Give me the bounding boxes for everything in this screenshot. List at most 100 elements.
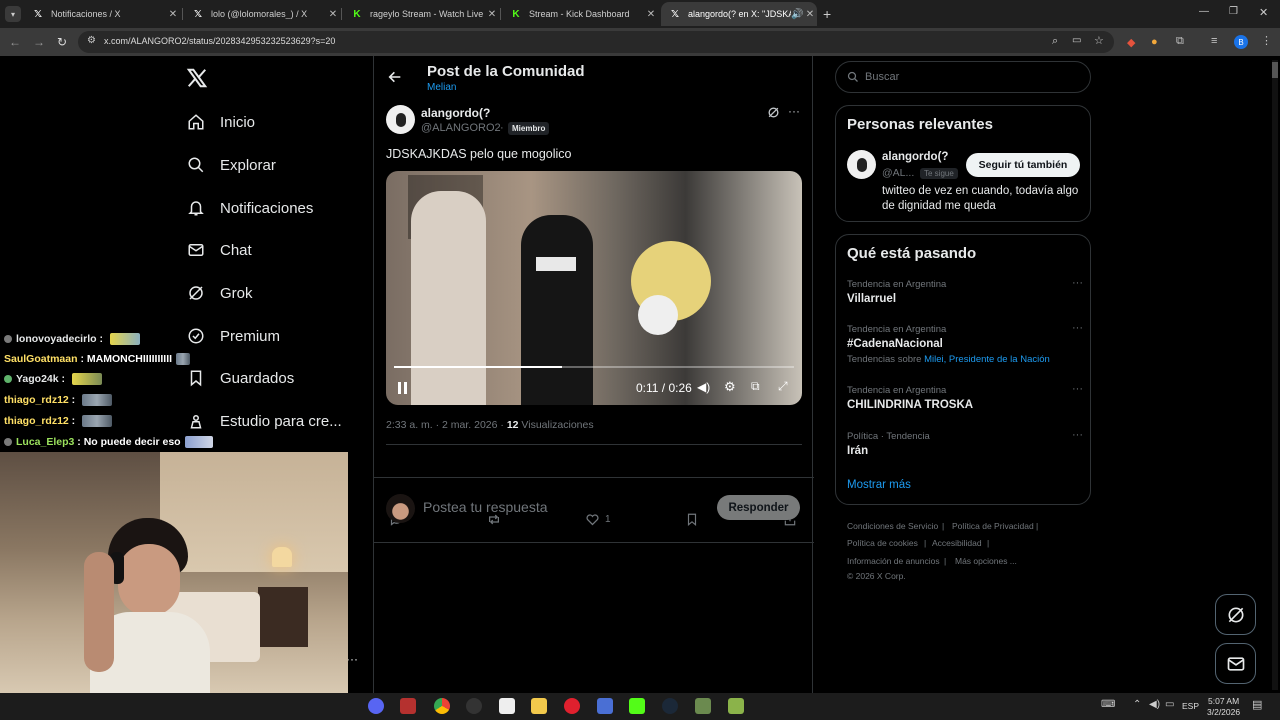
trend-more-icon[interactable]: ··· [1072,383,1083,395]
capcut-icon[interactable] [499,698,515,714]
reply-button[interactable]: Responder [717,495,800,520]
footer-link[interactable]: Política de cookies [847,538,918,548]
browser-menu-icon[interactable]: ⋮ [1261,34,1272,47]
tab-kick-dashboard[interactable]: K Stream - Kick Dashboard ✕ [502,2,658,26]
minimize-button[interactable]: — [1199,6,1209,17]
site-info-icon[interactable]: ⚙ [87,35,96,46]
tab-rageylo-stream[interactable]: K rageylo Stream - Watch Live on ✕ [343,2,499,26]
trend-item[interactable]: Tendencia en Argentina Villarruel ··· [847,277,1083,305]
close-window-button[interactable]: ✕ [1259,6,1268,19]
footer-link[interactable]: Política de Privacidad [952,521,1034,531]
nav-grok[interactable]: Grok [186,281,253,305]
footer-link[interactable]: Condiciones de Servicio [847,521,938,531]
nav-chat[interactable]: Chat [186,238,252,262]
nav-notificaciones[interactable]: Notificaciones [186,196,313,220]
app-icon[interactable] [695,698,711,714]
reload-icon[interactable]: ↻ [57,35,67,49]
clock-date[interactable]: 3/2/2026 [1207,707,1240,717]
extension-color-icon[interactable]: ● [1151,36,1158,48]
obs-icon[interactable] [466,698,482,714]
back-icon[interactable]: ← [9,35,21,49]
person-name[interactable]: alangordo(? [882,151,948,163]
nav-explorar[interactable]: Explorar [186,153,276,177]
maximize-button[interactable]: ❐ [1229,6,1238,17]
opera-icon[interactable] [564,698,580,714]
follow-back-button[interactable]: Seguir tú también [966,153,1080,177]
grok-icon[interactable] [767,106,781,120]
fullscreen-icon[interactable]: ⤢ [778,379,788,394]
scrollbar[interactable] [1272,60,1278,690]
tray-chevron-icon[interactable]: ⌃ [1133,699,1141,710]
my-avatar[interactable] [386,494,415,523]
footer-link[interactable]: Accesibilidad [932,538,982,548]
close-tab-icon[interactable]: ✕ [644,9,658,20]
footer-link[interactable]: Más opciones ... [955,556,1017,566]
trend-more-icon[interactable]: ··· [1072,277,1083,289]
keyboard-icon[interactable]: ⌨ [1101,699,1115,710]
nav-estudio-creadores[interactable]: Estudio para cre... [186,409,342,433]
app-icon[interactable] [597,698,613,714]
search-input[interactable]: Buscar [835,61,1091,93]
new-tab-button[interactable]: + [823,6,831,22]
author-handle[interactable]: @ALANGORO2 [421,122,501,134]
back-arrow-icon[interactable] [387,69,405,87]
footer-link[interactable]: Información de anuncios [847,556,940,566]
profile-avatar[interactable]: B [1234,35,1248,49]
video-progress-track[interactable] [394,366,794,368]
volume-icon[interactable]: ◀) [1149,699,1160,710]
pause-icon[interactable] [397,381,409,395]
volume-icon[interactable]: ◀) [697,380,710,394]
zoom-icon[interactable]: ⌕ [1052,35,1058,48]
post-more-icon[interactable]: ··· [788,104,800,118]
chrome-icon[interactable] [434,698,450,714]
messages-fab-button[interactable] [1215,643,1256,684]
video-player[interactable]: 0:11 / 0:26 ◀) ⚙ ⧉ ⤢ [386,171,802,405]
nav-guardados[interactable]: Guardados [186,366,294,390]
app-icon[interactable] [728,698,744,714]
network-icon[interactable]: ▭ [1165,699,1174,710]
kick-icon[interactable] [629,698,645,714]
tab-notificaciones[interactable]: 𝕏 Notificaciones / X ✕ [24,2,180,26]
language-indicator[interactable]: ESP [1182,701,1199,711]
trend-more-icon[interactable]: ··· [1072,429,1083,441]
clock-time[interactable]: 5:07 AM [1208,696,1239,706]
discord-icon[interactable] [368,698,384,714]
tab-alangordo-post[interactable]: 𝕏 alangordo(? en X: "JDSKAJK 🔊 ✕ [661,2,817,26]
tab-lolo[interactable]: 𝕏 lolo (@lolomorales_) / X ✕ [184,2,340,26]
tab-search-button[interactable]: ▾ [5,6,21,22]
address-bar[interactable]: ⚙ x.com/ALANGORO2/status/202834295323252… [78,31,1114,53]
nav-inicio[interactable]: Inicio [186,110,255,134]
close-tab-icon[interactable]: ✕ [326,9,340,20]
main-column: Post de la Comunidad Melian alangordo(? … [373,56,814,693]
pip-icon[interactable]: ⧉ [751,379,760,394]
extension-red-icon[interactable]: ◆ [1127,36,1135,49]
bookmark-star-icon[interactable]: ☆ [1094,34,1104,47]
forward-icon[interactable]: → [33,35,45,49]
speaker-icon[interactable]: 🔊 [791,9,803,20]
notifications-icon[interactable]: ▤ [1252,698,1262,711]
cast-icon[interactable]: ▭ [1072,35,1081,46]
trend-item[interactable]: Tendencia en Argentina #CadenaNacional T… [847,322,1083,365]
nav-premium[interactable]: Premium [186,324,280,348]
close-tab-icon[interactable]: ✕ [485,9,499,20]
trend-more-icon[interactable]: ··· [1072,322,1083,334]
show-more-link[interactable]: Mostrar más [847,479,911,491]
community-link[interactable]: Melian [427,82,456,93]
trend-item[interactable]: Política · Tendencia Irán ··· [847,429,1083,457]
close-tab-icon[interactable]: ✕ [803,9,817,20]
settings-gear-icon[interactable]: ⚙ [724,379,736,395]
app-icon[interactable] [400,698,416,714]
trend-item[interactable]: Tendencia en Argentina CHILINDRINA TROSK… [847,383,1083,411]
reply-input[interactable]: Postea tu respuesta [423,499,703,515]
person-avatar[interactable] [847,150,876,179]
file-explorer-icon[interactable] [531,698,547,714]
author-avatar[interactable] [386,105,415,134]
extensions-puzzle-icon[interactable]: ⧉ [1176,35,1184,48]
grok-fab-button[interactable] [1215,594,1256,635]
steam-icon[interactable] [662,698,678,714]
person-handle[interactable]: @AL... [882,167,914,179]
author-name[interactable]: alangordo(? [421,106,490,120]
x-logo-icon[interactable] [186,67,208,89]
media-controls-icon[interactable]: ≡ [1211,35,1217,47]
close-tab-icon[interactable]: ✕ [166,9,180,20]
